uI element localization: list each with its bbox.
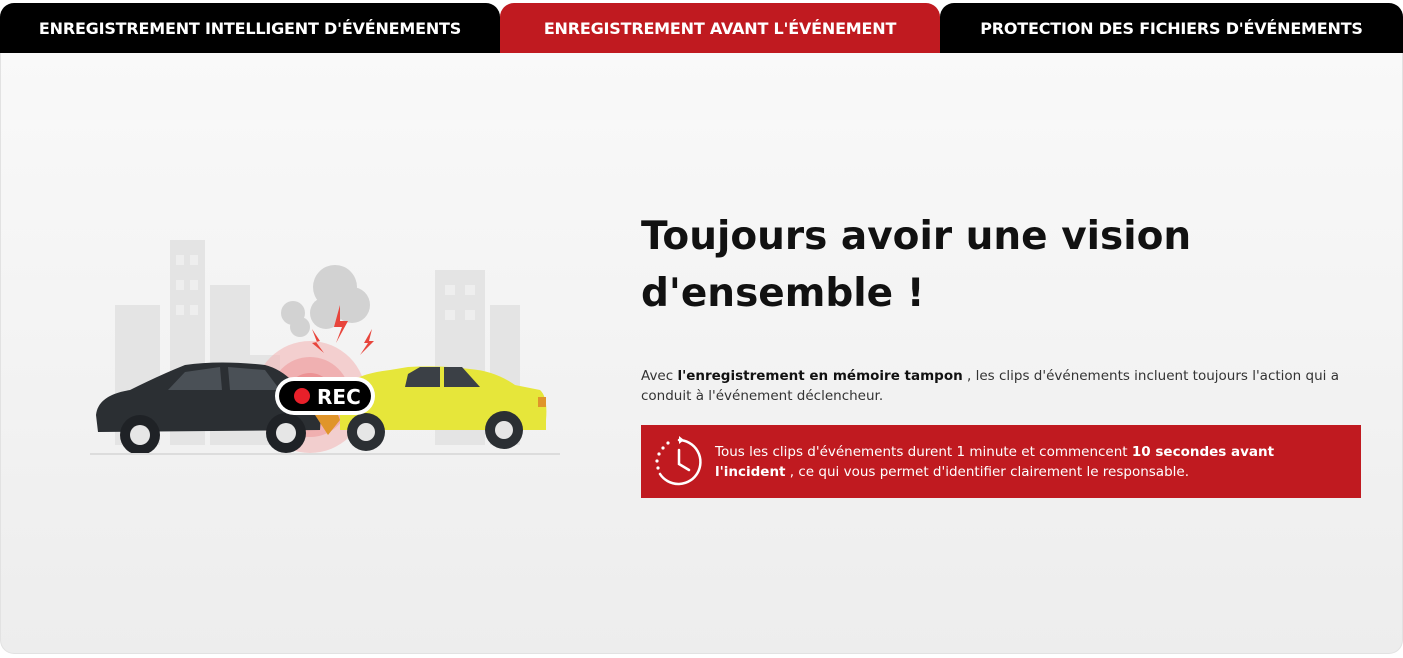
collision-illustration: REC (90, 240, 560, 455)
ground-line (90, 453, 560, 455)
callout-prefix: Tous les clips d'événements durent 1 min… (715, 444, 1132, 460)
clock-rewind-icon (655, 436, 702, 486)
tab-bar: ENREGISTREMENT INTELLIGENT D'ÉVÉNEMENTS … (0, 3, 1403, 53)
rec-label: REC (317, 385, 361, 409)
description-highlight: l'enregistrement en mémoire tampon (677, 368, 963, 384)
callout-suffix: , ce qui vous permet d'identifier claire… (785, 464, 1189, 480)
callout-box: Tous les clips d'événements durent 1 min… (641, 425, 1361, 498)
tab-event-file-protection[interactable]: PROTECTION DES FICHIERS D'ÉVÉNEMENTS (940, 3, 1403, 53)
description-paragraph: Avec l'enregistrement en mémoire tampon … (641, 366, 1341, 406)
tab-pre-event-recording[interactable]: ENREGISTREMENT AVANT L'ÉVÉNEMENT (500, 3, 940, 53)
feature-section: ENREGISTREMENT INTELLIGENT D'ÉVÉNEMENTS … (0, 0, 1403, 658)
tab-label: PROTECTION DES FICHIERS D'ÉVÉNEMENTS (980, 18, 1363, 38)
tab-label: ENREGISTREMENT AVANT L'ÉVÉNEMENT (543, 18, 897, 38)
headline-line-2: d'ensemble ! (641, 271, 925, 316)
description-prefix: Avec (641, 368, 678, 384)
section-headline: Toujours avoir une vision d'ensemble ! (641, 208, 1341, 322)
callout-text: Tous les clips d'événements durent 1 min… (715, 442, 1345, 482)
tab-smart-event-recording[interactable]: ENREGISTREMENT INTELLIGENT D'ÉVÉNEMENTS (0, 3, 500, 53)
rec-badge: REC (275, 377, 375, 415)
smoke-icon (281, 265, 370, 337)
headline-line-1: Toujours avoir une vision (641, 214, 1192, 259)
record-dot-icon (294, 388, 310, 404)
tab-label: ENREGISTREMENT INTELLIGENT D'ÉVÉNEMENTS (38, 18, 462, 38)
